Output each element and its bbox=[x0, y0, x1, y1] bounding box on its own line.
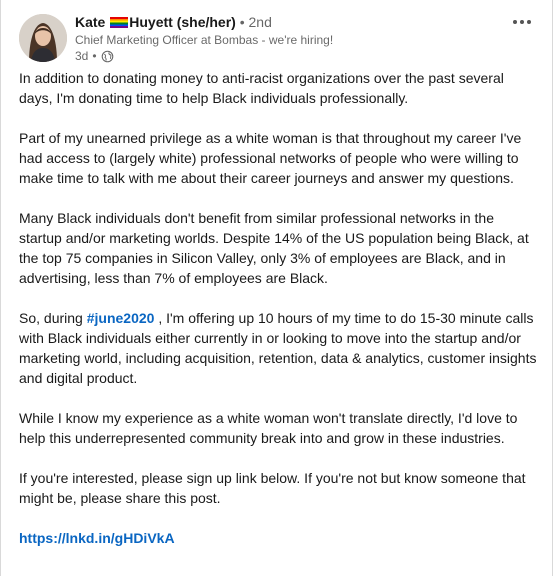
post-time: 3d bbox=[75, 49, 89, 63]
author-first-name[interactable]: Kate bbox=[75, 14, 105, 30]
post-paragraph-2: Part of my unearned privilege as a white… bbox=[19, 130, 522, 186]
globe-icon bbox=[101, 50, 113, 62]
author-last-name[interactable]: Huyett (she/her) bbox=[129, 14, 236, 30]
hashtag-link[interactable]: #june2020 bbox=[87, 310, 155, 326]
separator-dot: • bbox=[239, 14, 245, 30]
author-name-line[interactable]: Kate Huyett (she/her) • 2nd bbox=[75, 13, 272, 31]
connection-degree: 2nd bbox=[248, 14, 272, 30]
post-paragraph-5: While I know my experience as a white wo… bbox=[19, 410, 518, 446]
post-meta: 3d • bbox=[75, 48, 114, 64]
post-paragraph-4: So, during #june2020 , I'm offering up 1… bbox=[19, 308, 539, 388]
signup-link[interactable]: https://lnkd.in/gHDiVkA bbox=[19, 530, 175, 546]
post-paragraph-3: Many Black individuals don't benefit fro… bbox=[19, 210, 529, 286]
meta-dot: • bbox=[92, 49, 97, 63]
post-header: Kate Huyett (she/her) • 2nd Chief Market… bbox=[19, 12, 534, 64]
feed-post: Kate Huyett (she/her) • 2nd Chief Market… bbox=[0, 0, 553, 576]
rainbow-flag-icon bbox=[110, 17, 129, 28]
post-body: In addition to donating money to anti-ra… bbox=[19, 68, 539, 548]
author-headline: Chief Marketing Officer at Bombas - we'r… bbox=[75, 33, 334, 47]
avatar-photo bbox=[19, 14, 67, 62]
post-paragraph-6: If you're interested, please sign up lin… bbox=[19, 470, 526, 506]
more-options-icon[interactable] bbox=[510, 12, 534, 32]
author-avatar[interactable] bbox=[19, 14, 67, 62]
paragraph-4-before: So, during bbox=[19, 310, 87, 326]
post-paragraph-1: In addition to donating money to anti-ra… bbox=[19, 70, 504, 106]
